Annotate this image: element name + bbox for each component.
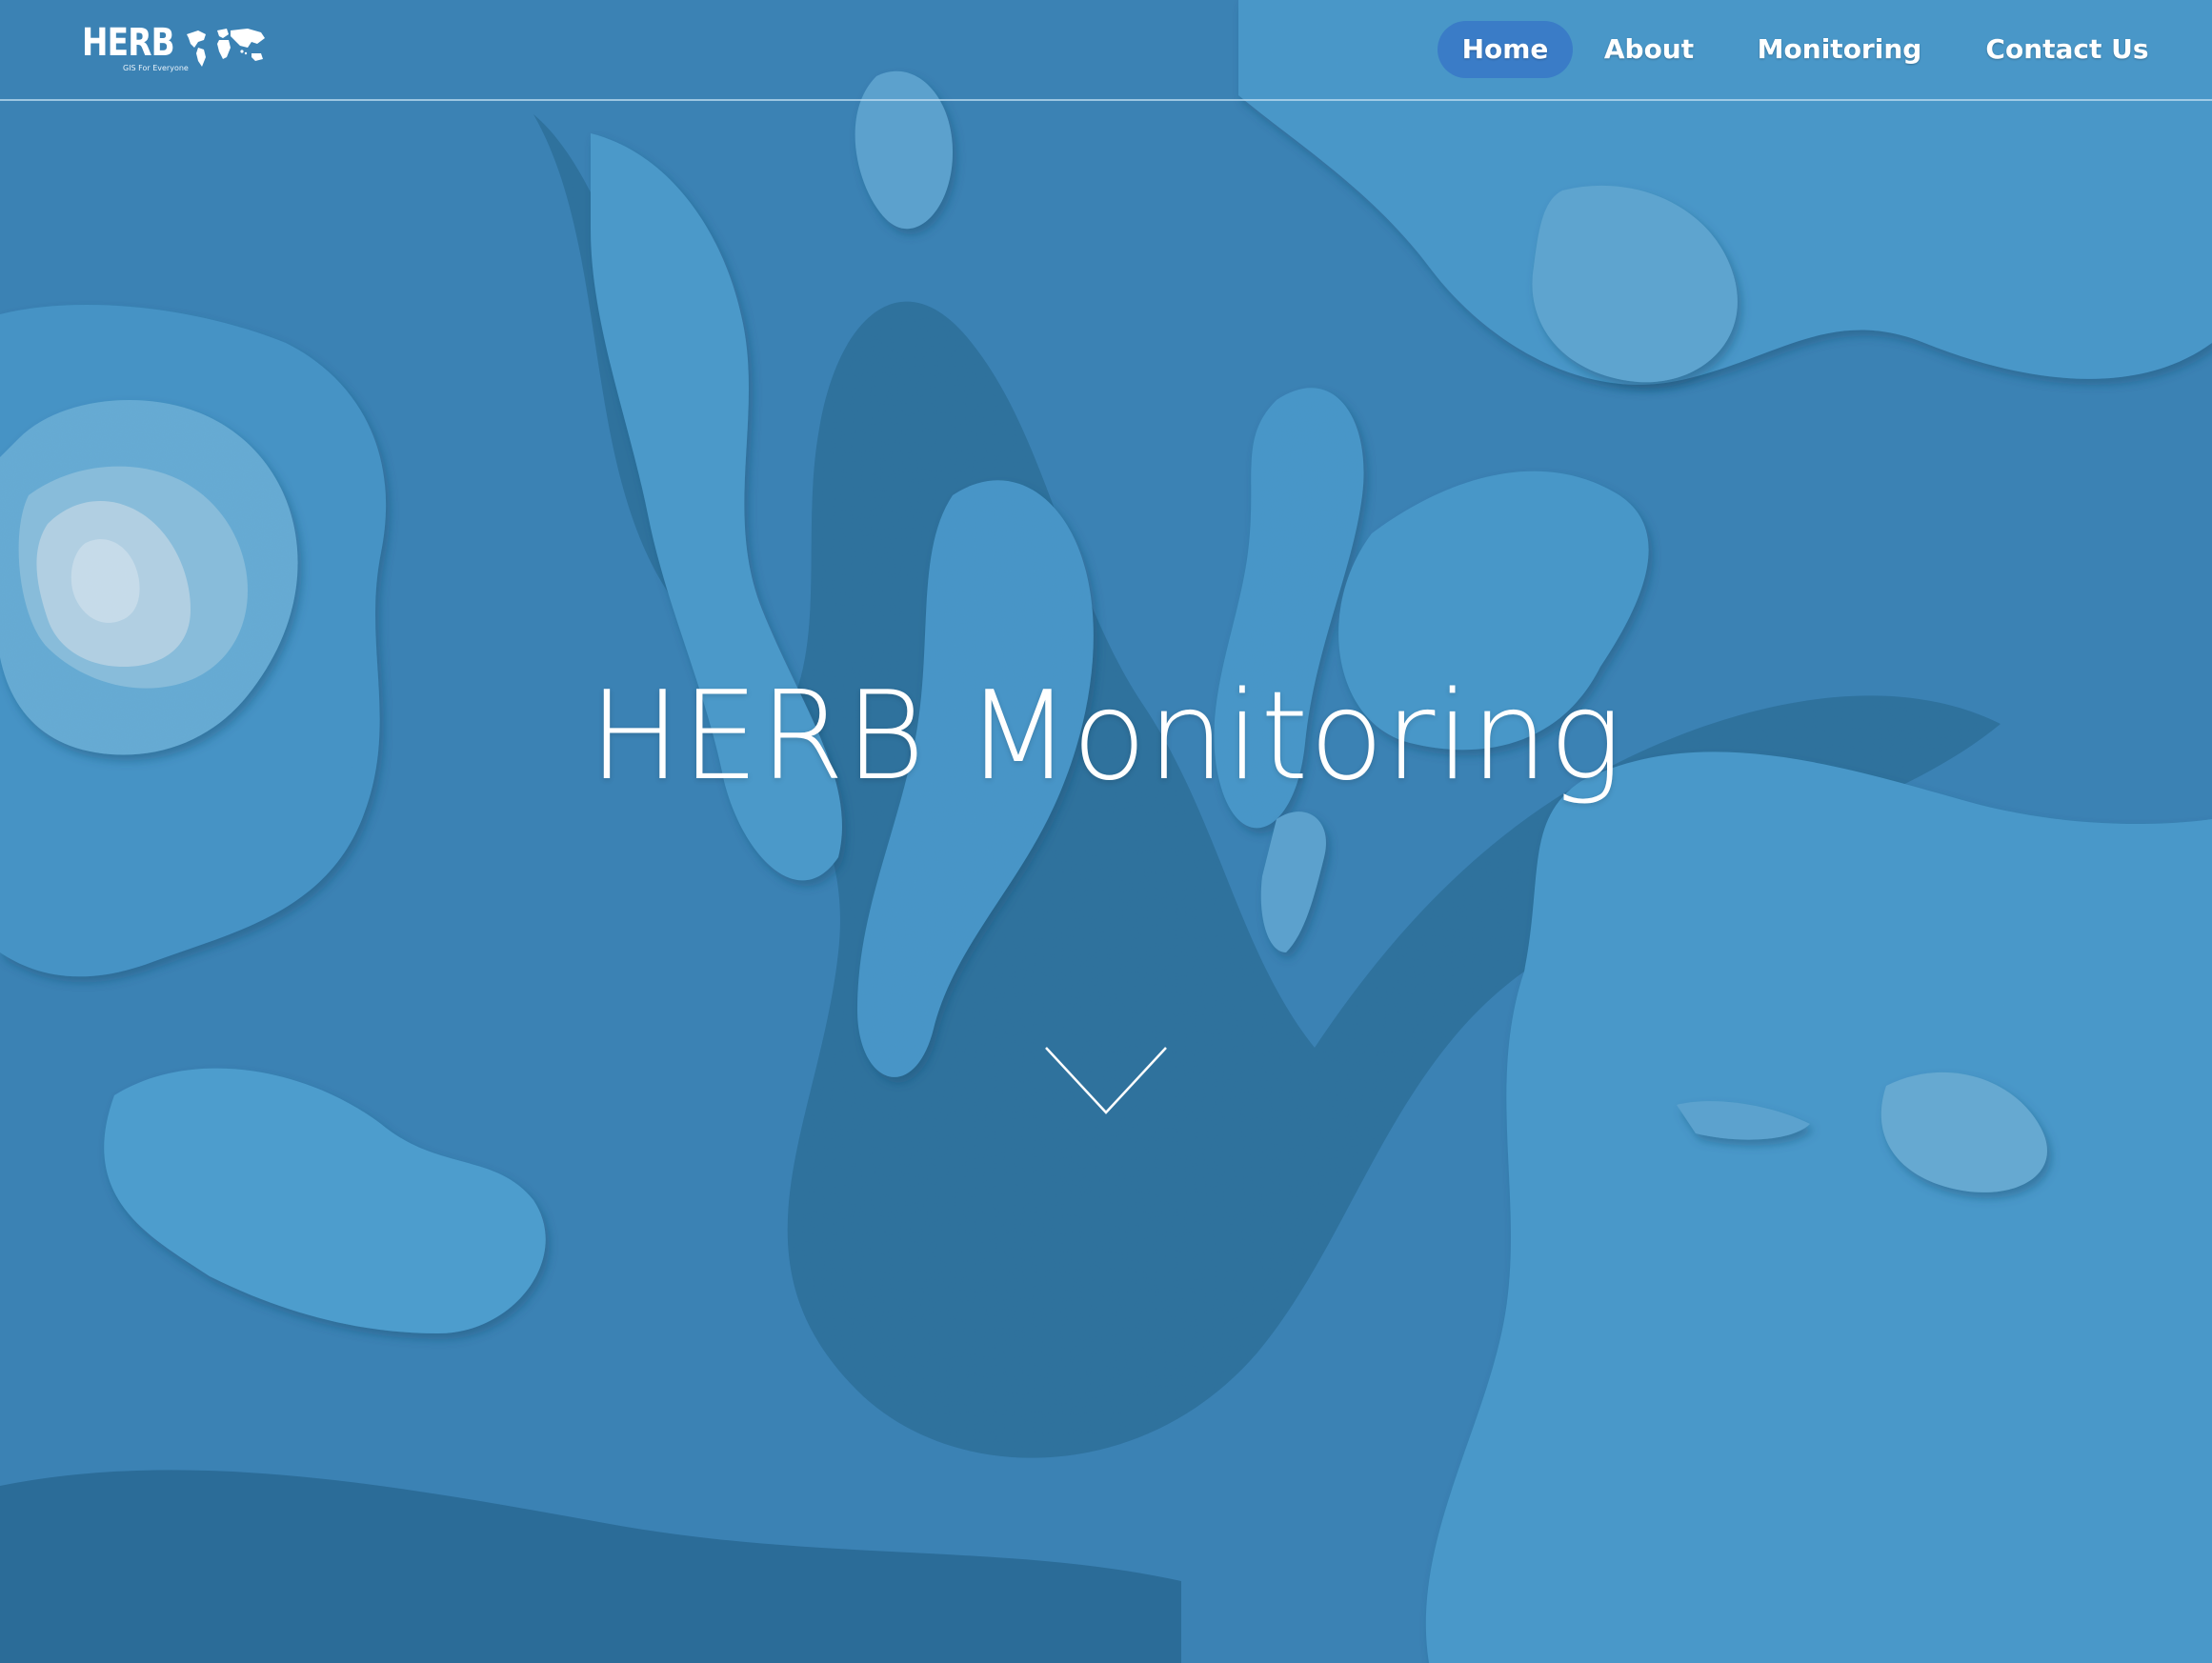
hero-section: HERB GIS For Everyone Home About Monitor… [0,0,2212,1663]
top-navbar: HERB GIS For Everyone Home About Monitor… [0,0,2212,101]
world-map-icon [187,29,265,67]
herb-logo[interactable]: HERB GIS For Everyone [82,21,272,80]
hero-title: HERB Monitoring [589,666,1623,808]
logo-wordmark: HERB [82,21,175,65]
chevron-down-icon[interactable] [1044,1046,1168,1116]
topographic-background-image [0,0,2212,1663]
nav-monitoring-link[interactable]: Monitoring [1744,21,1935,78]
logo-tagline: GIS For Everyone [123,64,189,72]
nav-contact-us-link[interactable]: Contact Us [1962,21,2172,78]
nav-home-link[interactable]: Home [1438,21,1573,78]
nav-about-link[interactable]: About [1592,21,1706,78]
